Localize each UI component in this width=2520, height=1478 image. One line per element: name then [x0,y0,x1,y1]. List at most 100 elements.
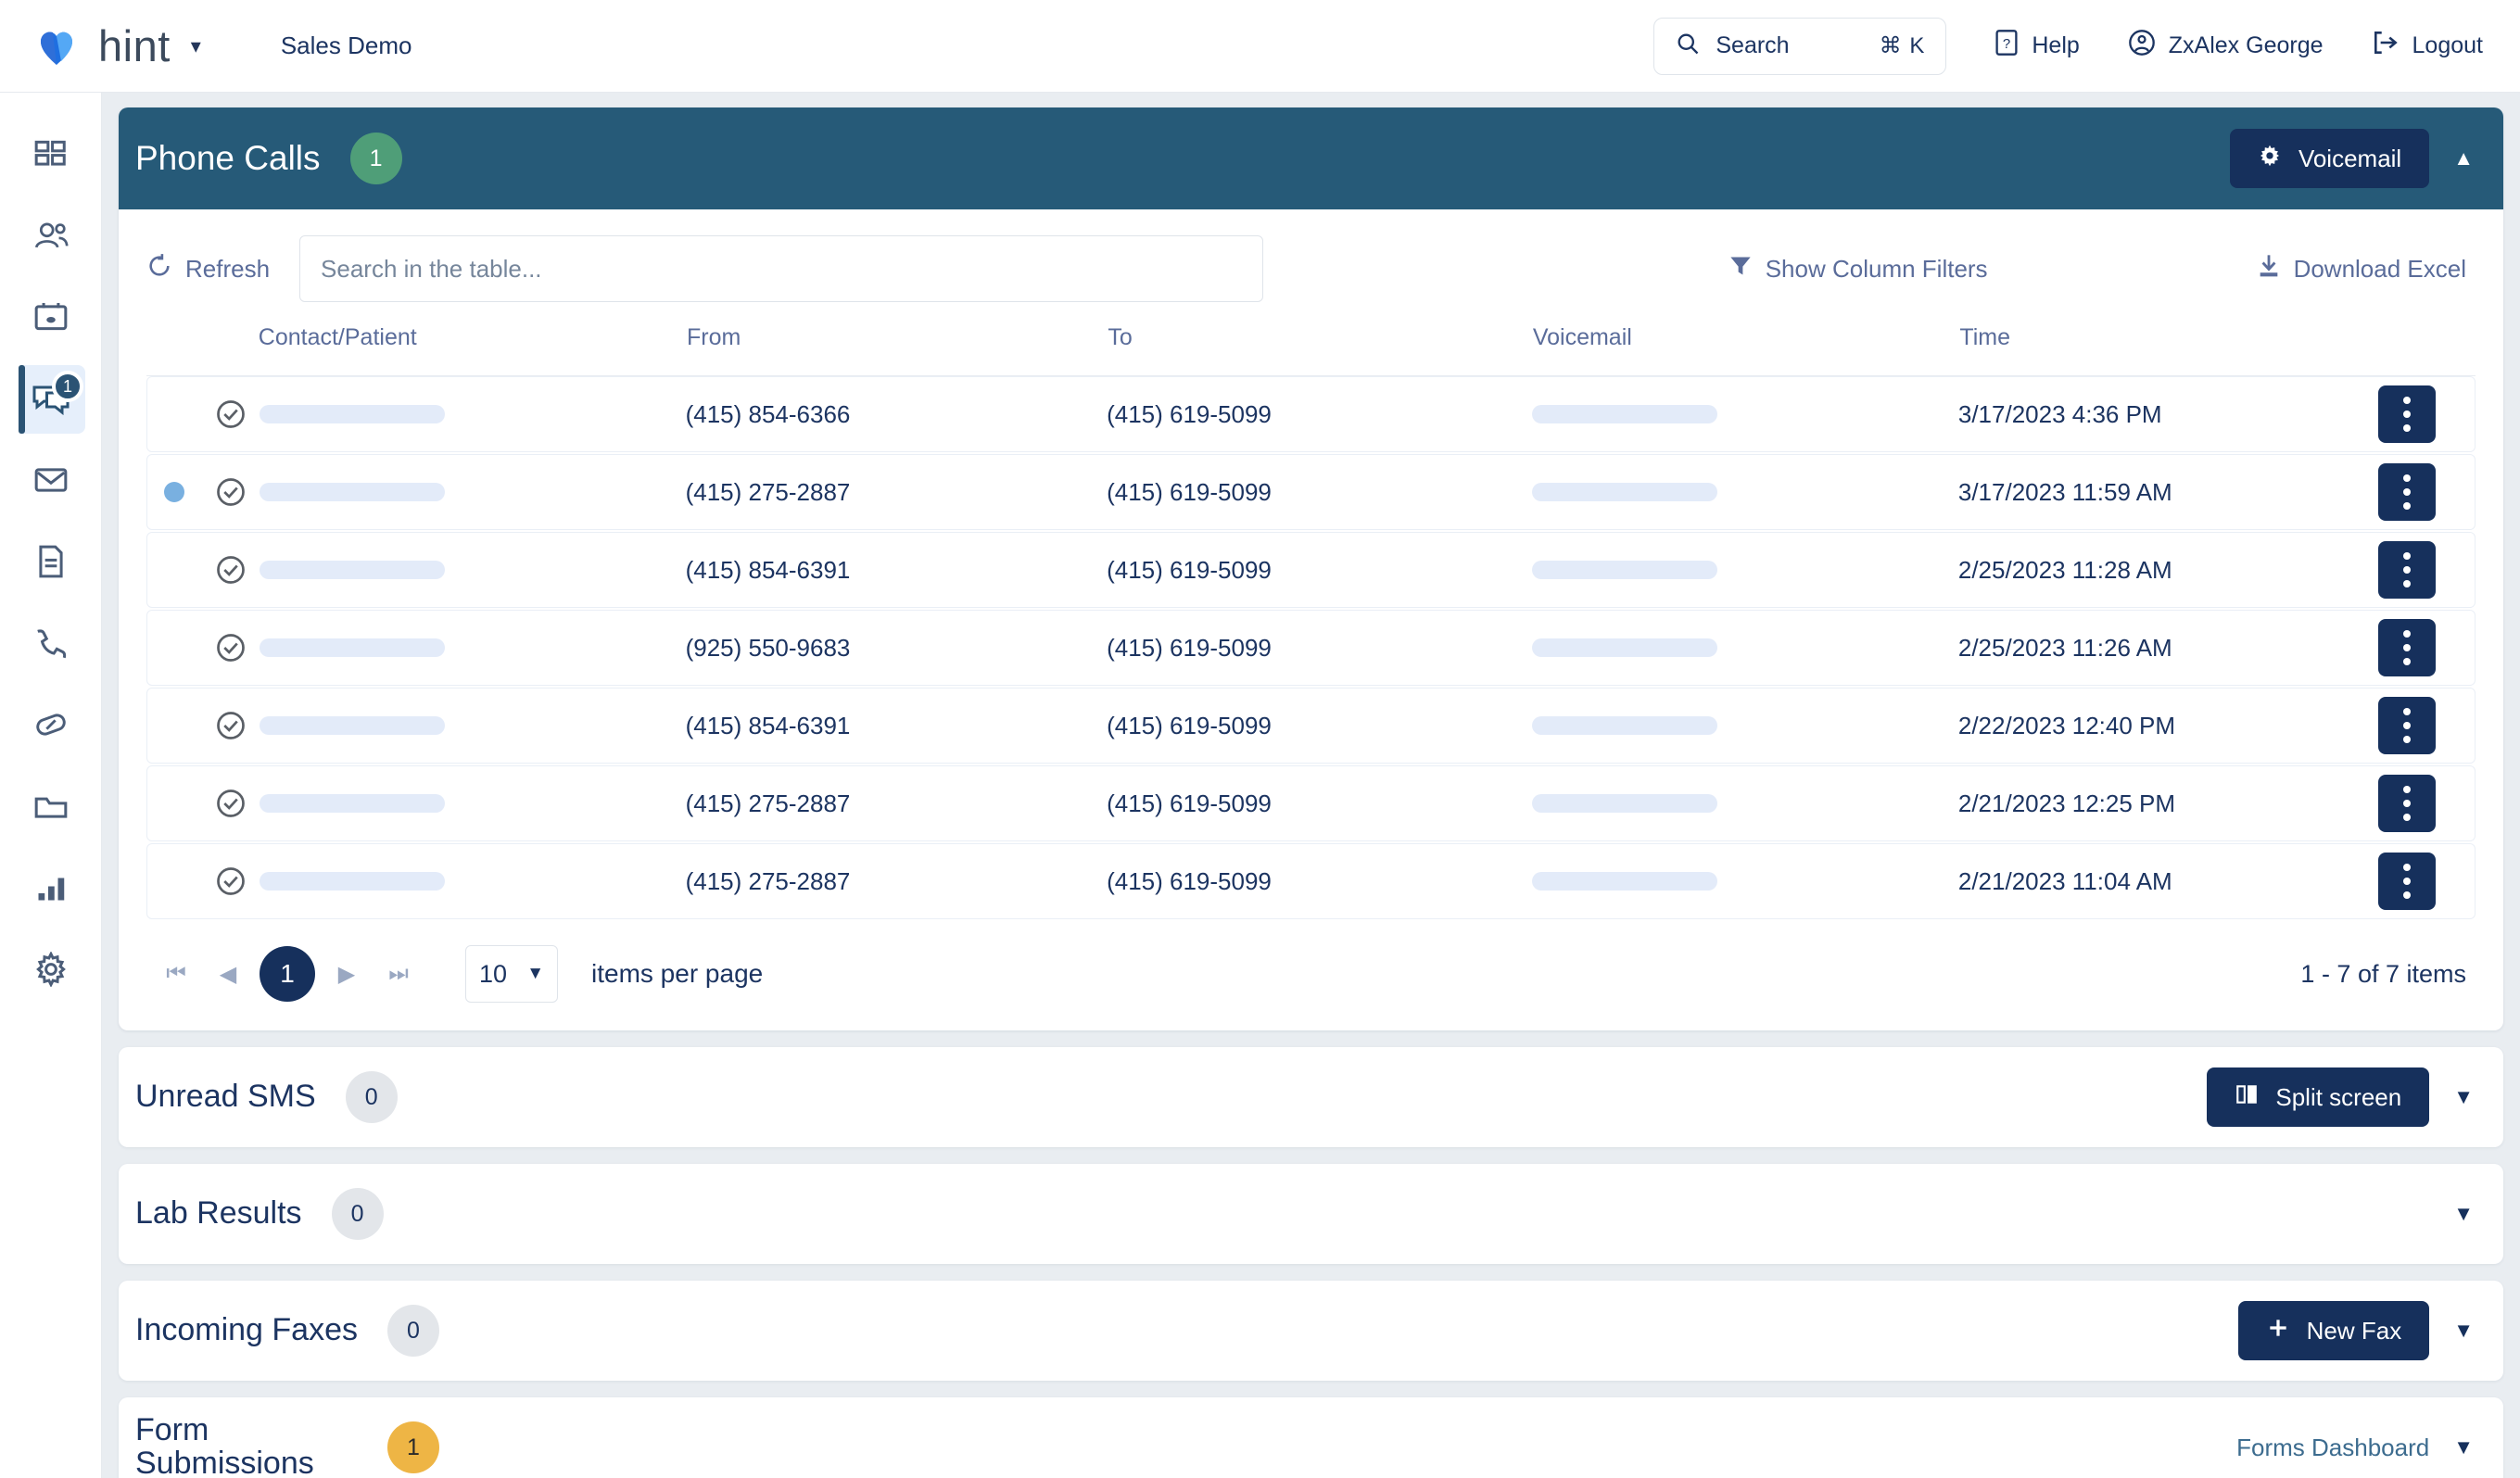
status-cell[interactable] [202,553,260,587]
to-cell: (415) 619-5099 [1107,399,1272,428]
section-actions: Split screen ▼ [2207,1067,2474,1127]
section-actions: ▼ [2453,1202,2474,1226]
table-row[interactable]: (415) 275-2887 (415) 619-5099 3/17/2023 11… [146,454,2476,530]
table-search-input[interactable] [299,235,1264,302]
table-row[interactable]: (415) 854-6391 (415) 619-5099 2/25/2023 11… [146,532,2476,608]
chevron-up-icon[interactable]: ▲ [2453,146,2474,171]
table-row[interactable]: (415) 854-6391 (415) 619-5099 2/22/2023 12… [146,688,2476,764]
unread-dot-icon [164,482,185,502]
funnel-icon [1729,254,1753,284]
column-header-voicemail[interactable]: Voicemail [1532,324,1960,376]
sidebar-item-messages[interactable]: 1 [0,360,102,441]
redacted-voicemail-bar [1532,716,1718,735]
sidebar-item-medications[interactable] [0,686,102,767]
refresh-label: Refresh [185,254,271,283]
table-row[interactable]: (415) 275-2887 (415) 619-5099 2/21/2023 11… [146,843,2476,919]
section-actions: New Fax ▼ [2237,1301,2474,1360]
download-excel-button[interactable]: Download Excel [2257,253,2466,285]
sidebar-item-settings[interactable] [0,930,102,1012]
sidebar-item-inbox[interactable] [0,441,102,523]
show-column-filters-button[interactable]: Show Column Filters [1729,254,1988,284]
account-label: ZxAlex George [2168,32,2324,58]
forms-dashboard-link[interactable]: Forms Dashboard [2236,1434,2429,1462]
table-row[interactable]: (925) 550-9683 (415) 619-5099 2/25/2023 11… [146,610,2476,686]
pagination: ⏮ ◀ 1 ▶ ⏭ 10 ▼ items per page 1 - 7 of 7… [119,921,2503,1030]
document-icon [35,544,67,584]
split-screen-button[interactable]: Split screen [2207,1067,2430,1127]
next-page-icon[interactable]: ▶ [321,948,373,1000]
first-page-icon[interactable]: ⏮ [150,948,202,1000]
chevron-down-icon[interactable]: ▼ [2453,1085,2474,1109]
gear-icon [33,950,69,992]
sidebar-item-people[interactable] [0,196,102,278]
envelope-check-icon [33,465,69,499]
section-incoming-faxes[interactable]: Incoming Faxes 0 New Fax ▼ [119,1281,2503,1381]
section-form-submissions[interactable]: Form Submissions 1 Forms Dashboard ▼ [119,1397,2503,1478]
sidebar-item-files[interactable] [0,767,102,849]
redacted-voicemail-bar [1532,794,1718,813]
page-size-select[interactable]: 10 ▼ [465,945,558,1003]
sidebar-item-dashboard[interactable] [0,115,102,196]
row-actions-button[interactable] [2377,463,2436,521]
column-header-contact[interactable]: Contact/Patient [258,324,687,376]
unread-indicator-cell [147,482,202,502]
phone-icon [33,626,69,664]
row-actions-button[interactable] [2377,697,2436,754]
help-button[interactable]: ? Help [1994,29,2080,63]
phone-calls-panel: Phone Calls 1 Voicemail ▲ Refresh Search… [119,107,2503,1030]
new-fax-button[interactable]: New Fax [2237,1301,2430,1360]
section-unread-sms[interactable]: Unread SMS 0 Split screen ▼ [119,1047,2503,1147]
page-number-1[interactable]: 1 [260,946,315,1002]
refresh-button[interactable]: Refresh [146,253,270,285]
chevron-down-icon[interactable]: ▼ [2453,1202,2474,1226]
row-actions-button[interactable] [2377,385,2436,443]
chevron-down-icon[interactable]: ▾ [191,34,201,58]
logout-button[interactable]: Logout [2372,30,2483,62]
time-cell: 2/22/2023 12:40 PM [1957,711,2176,739]
chevron-down-icon[interactable]: ▼ [2453,1435,2474,1459]
contact-cell [260,561,685,579]
time-cell: 2/21/2023 11:04 AM [1957,866,2172,895]
status-cell[interactable] [202,787,260,820]
global-search-button[interactable]: Search ⌘ K [1653,17,1947,75]
time-cell: 3/17/2023 11:59 AM [1957,477,2172,506]
brand[interactable]: hint ▾ [32,20,201,71]
status-cell[interactable] [202,398,260,431]
sidebar-item-reports[interactable] [0,849,102,930]
prev-page-icon[interactable]: ◀ [202,948,254,1000]
from-cell: (415) 854-6391 [685,555,851,584]
contact-cell [260,483,685,501]
sidebar-item-documents[interactable] [0,523,102,604]
contact-cell [260,638,685,657]
column-header-to[interactable]: To [1108,324,1533,376]
row-actions-button[interactable] [2377,775,2436,832]
account-button[interactable]: ZxAlex George [2128,29,2324,63]
last-page-icon[interactable]: ⏭ [373,948,424,1000]
chevron-down-icon[interactable]: ▼ [2453,1319,2474,1343]
sidebar-item-phone[interactable] [0,604,102,686]
row-actions-button[interactable] [2377,853,2436,910]
row-actions-button[interactable] [2377,541,2436,599]
table-row[interactable]: (415) 275-2887 (415) 619-5099 2/21/2023 12… [146,765,2476,841]
section-lab-results[interactable]: Lab Results 0 ▼ [119,1164,2503,1264]
redacted-voicemail-bar [1532,638,1718,657]
sidebar-item-calendar[interactable] [0,278,102,360]
column-header-from[interactable]: From [686,324,1108,376]
chevron-down-icon: ▼ [526,964,544,983]
status-cell[interactable] [202,631,260,664]
contact-cell [260,405,685,423]
status-cell[interactable] [202,475,260,509]
column-header-time[interactable]: Time [1959,324,2340,376]
status-cell[interactable] [202,865,260,898]
organization-name: Sales Demo [280,32,412,59]
table-row[interactable]: (415) 854-6366 (415) 619-5099 3/17/2023 4:… [146,376,2476,452]
calendar-icon [33,300,69,338]
redacted-voicemail-bar [1532,872,1718,891]
voicemail-button[interactable]: Voicemail [2229,129,2430,188]
status-cell[interactable] [202,709,260,742]
to-cell: (415) 619-5099 [1107,477,1272,506]
help-label: Help [2032,32,2080,58]
row-actions-button[interactable] [2377,619,2436,676]
redacted-contact-bar [260,872,446,891]
search-shortcut: ⌘ K [1879,33,1926,58]
